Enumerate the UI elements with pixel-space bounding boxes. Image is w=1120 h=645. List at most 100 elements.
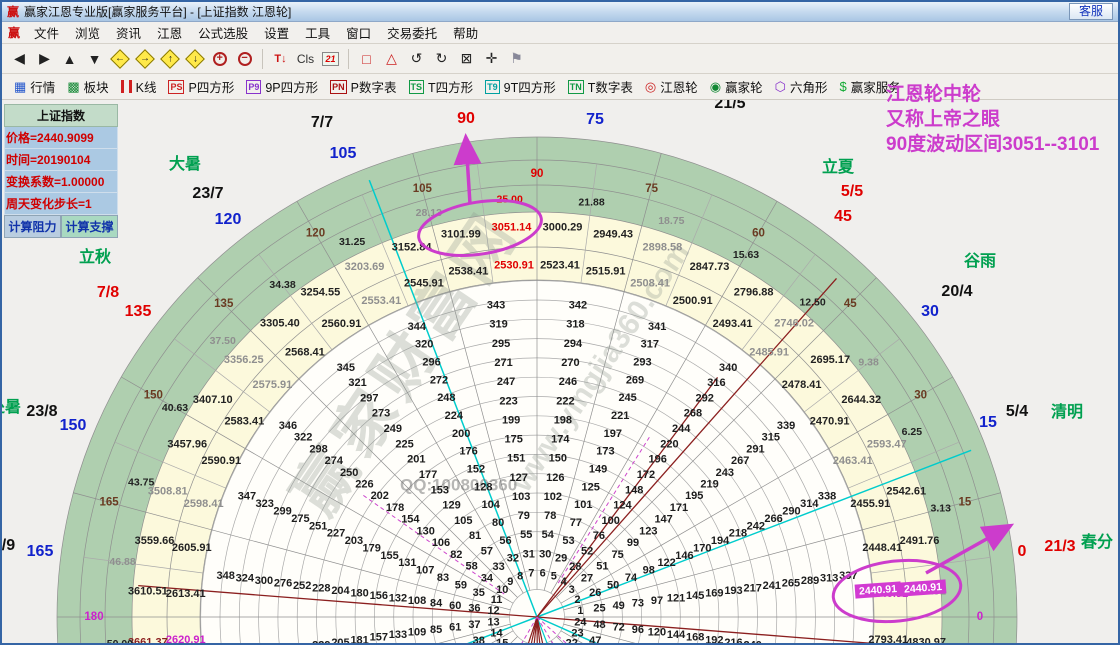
svg-text:107: 107: [416, 565, 434, 577]
perimeter-label: 清明: [1051, 403, 1083, 421]
svg-text:240: 240: [743, 639, 761, 643]
p-table-label: P数字表: [351, 77, 397, 96]
rotate-ccw-icon[interactable]: ↺: [404, 47, 429, 71]
perimeter-label: 120: [215, 211, 242, 228]
svg-text:2644.32: 2644.32: [841, 394, 881, 406]
tool-p-square[interactable]: PSP四方形: [162, 77, 240, 96]
tool-sectors[interactable]: ▩板块: [61, 77, 114, 96]
svg-text:242: 242: [747, 520, 765, 532]
menu-item[interactable]: 公式选股: [190, 21, 256, 44]
rotate-cw-icon[interactable]: ↻: [429, 47, 454, 71]
svg-text:31: 31: [523, 548, 535, 560]
svg-text:32: 32: [507, 553, 519, 565]
svg-text:71: 71: [607, 642, 619, 643]
svg-text:3305.40: 3305.40: [260, 318, 300, 330]
zoom-out-icon[interactable]: −: [232, 47, 257, 71]
nav-up-icon[interactable]: ▲: [57, 47, 82, 71]
calc-resistance-button[interactable]: 计算阻力: [4, 215, 61, 238]
perimeter-label: 135: [125, 303, 152, 320]
svg-text:224: 224: [445, 410, 464, 422]
svg-text:195: 195: [685, 490, 703, 502]
svg-text:131: 131: [398, 557, 416, 569]
nav-prev-icon[interactable]: ◀: [7, 47, 32, 71]
menu-item[interactable]: 资讯: [108, 21, 149, 44]
calendar-icon[interactable]: 21: [318, 47, 343, 71]
svg-text:150: 150: [144, 390, 163, 402]
rect-tool-icon[interactable]: □: [354, 47, 379, 71]
perimeter-label: 春分: [1080, 532, 1113, 551]
svg-text:324: 324: [236, 572, 255, 584]
fit-screen-icon[interactable]: ✛: [479, 47, 504, 71]
svg-text:3203.69: 3203.69: [345, 261, 385, 273]
clear-flag-icon[interactable]: ⚑: [504, 47, 529, 71]
nav-down-icon[interactable]: ▼: [82, 47, 107, 71]
svg-text:2478.41: 2478.41: [782, 379, 822, 391]
customer-service-button[interactable]: 客服: [1069, 3, 1113, 20]
svg-text:196: 196: [648, 454, 666, 466]
pan-left-icon[interactable]: ←: [107, 47, 132, 71]
svg-text:36: 36: [468, 603, 480, 615]
pan-up-icon[interactable]: ↑: [157, 47, 182, 71]
cls-icon[interactable]: Cls: [293, 47, 318, 71]
svg-text:201: 201: [407, 454, 425, 466]
svg-text:27: 27: [581, 572, 593, 584]
svg-text:274: 274: [325, 455, 344, 467]
perimeter-label: 0: [1018, 543, 1027, 560]
calc-support-button[interactable]: 计算支撑: [61, 215, 118, 238]
tool-9p-square[interactable]: P99P四方形: [240, 77, 324, 96]
annotation-line-2: 又称上帝之眼: [886, 107, 1099, 132]
svg-text:105: 105: [454, 515, 472, 527]
svg-text:31.25: 31.25: [339, 236, 365, 248]
tool-p-table[interactable]: PNP数字表: [324, 77, 402, 96]
menu-item[interactable]: 窗口: [338, 21, 379, 44]
tool-quotes[interactable]: ▦行情: [8, 77, 61, 96]
tool-t-square[interactable]: TST四方形: [403, 77, 480, 96]
svg-text:2583.41: 2583.41: [224, 415, 264, 427]
tool-t-table[interactable]: TNT数字表: [562, 77, 639, 96]
svg-text:344: 344: [408, 321, 427, 333]
svg-text:2545.91: 2545.91: [404, 278, 444, 290]
svg-text:25: 25: [593, 603, 605, 615]
menu-item[interactable]: 文件: [26, 21, 67, 44]
svg-text:103: 103: [512, 491, 530, 503]
nav-next-icon[interactable]: ▶: [32, 47, 57, 71]
svg-text:293: 293: [633, 356, 651, 368]
p-square-label: P四方形: [188, 77, 234, 96]
svg-text:98: 98: [643, 565, 655, 577]
pan-right-icon[interactable]: →: [132, 47, 157, 71]
menu-item[interactable]: 交易委托: [379, 21, 445, 44]
wheel-annotation-text: 江恩轮中轮 又称上帝之眼 90度波动区间3051--3101: [886, 82, 1099, 157]
tool-gann-wheel[interactable]: ◎江恩轮: [639, 77, 704, 96]
menu-item[interactable]: 浏览: [67, 21, 108, 44]
main-toolbar: ◀▶▲▼←→↑↓+−T↓Cls21 □△↺↻⊠✛⚑: [2, 44, 1118, 74]
svg-text:217: 217: [743, 583, 761, 595]
svg-text:291: 291: [746, 443, 764, 455]
svg-text:78: 78: [544, 510, 556, 522]
tool-kline[interactable]: K线: [115, 77, 163, 96]
svg-text:268: 268: [684, 408, 702, 420]
triangle-tool-icon[interactable]: △: [379, 47, 404, 71]
svg-text:49: 49: [613, 600, 625, 612]
svg-text:132: 132: [389, 593, 407, 605]
t-arrow-icon[interactable]: T↓: [268, 47, 293, 71]
gann-wheel-label: 江恩轮: [660, 77, 698, 96]
zoom-in-icon[interactable]: +: [207, 47, 232, 71]
svg-text:105: 105: [413, 183, 433, 195]
winner-service-icon: $: [840, 80, 847, 93]
svg-text:2463.41: 2463.41: [833, 455, 873, 467]
menu-item[interactable]: 设置: [256, 21, 297, 44]
svg-text:5: 5: [551, 570, 557, 582]
menu-item[interactable]: 帮助: [445, 21, 486, 44]
pan-down-icon[interactable]: ↓: [182, 47, 207, 71]
menu-item[interactable]: 工具: [297, 21, 338, 44]
app-window: 赢 赢家江恩专业版[赢家服务平台] - [上证指数 江恩轮] 客服 赢 文件浏览…: [0, 0, 1120, 645]
tool-winner-wheel[interactable]: ◉赢家轮: [704, 77, 769, 96]
svg-text:43.75: 43.75: [128, 476, 154, 488]
menu-app-icon: 赢: [8, 24, 20, 41]
tool-9t-square[interactable]: T99T四方形: [479, 77, 562, 96]
select-box-icon[interactable]: ⊠: [454, 47, 479, 71]
svg-text:272: 272: [430, 374, 448, 386]
tool-hexagon[interactable]: ⬡六角形: [769, 77, 834, 96]
menu-item[interactable]: 江恩: [149, 21, 190, 44]
svg-text:6: 6: [540, 567, 546, 579]
